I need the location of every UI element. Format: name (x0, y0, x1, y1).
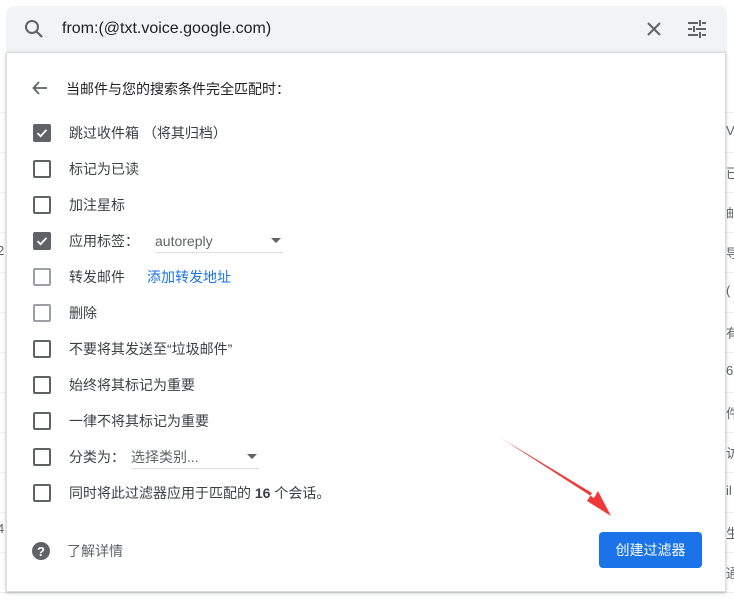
background-text-fragment: 件 (726, 406, 734, 421)
panel-header: 当邮件与您的搜索条件完全匹配时： (66, 81, 290, 97)
search-input[interactable]: from:(@txt.voice.google.com) (62, 20, 271, 38)
background-text-fragment: 已 (726, 166, 734, 181)
background-text-fragment: il (726, 483, 732, 498)
filter-option: 始终将其标记为重要 (33, 375, 195, 395)
background-text-fragment: 通 (726, 566, 734, 581)
option-label: 始终将其标记为重要 (69, 377, 195, 393)
add-forwarding-address-link[interactable]: 添加转发地址 (147, 267, 231, 287)
background-text-fragment: 邮 (726, 206, 734, 221)
filter-option: 跳过收件箱 （将其归档） (33, 123, 227, 143)
background-text-fragment: 6 (726, 363, 734, 378)
background-text-fragment: 有 (726, 326, 734, 341)
checkbox[interactable] (33, 268, 51, 286)
option-label: 删除 (69, 305, 97, 321)
filter-option: 应用标签： autoreply (33, 230, 283, 253)
option-label: 一律不将其标记为重要 (69, 413, 209, 429)
option-select[interactable]: 选择类别... (131, 446, 259, 469)
option-select[interactable]: autoreply (155, 230, 283, 253)
tune-icon[interactable] (685, 17, 709, 41)
filter-option: 删除 (33, 303, 97, 323)
option-label: 转发邮件 (69, 269, 125, 285)
close-icon[interactable] (642, 17, 666, 41)
check-icon (36, 237, 48, 246)
option-label: 不要将其发送至“垃圾邮件” (69, 341, 233, 357)
filter-option: 一律不将其标记为重要 (33, 411, 209, 431)
back-arrow-icon[interactable] (31, 79, 49, 97)
checkbox[interactable] (33, 340, 51, 358)
checkbox[interactable] (33, 196, 51, 214)
select-value: 选择类别... (131, 448, 199, 465)
filter-option: 转发邮件 添加转发地址 (33, 267, 231, 287)
background-text-fragment: 访 (726, 446, 734, 461)
create-filter-button[interactable]: 创建过滤器 (599, 532, 702, 568)
background-text-fragment: 导 (726, 246, 734, 261)
checkbox[interactable] (33, 160, 51, 178)
dropdown-arrow-icon (247, 454, 257, 459)
option-label: 加注星标 (69, 197, 125, 213)
filter-panel: 当邮件与您的搜索条件完全匹配时： 跳过收件箱 （将其归档） 标记为已读加注星标应用… (6, 52, 726, 592)
filter-option: 分类为： 选择类别... (33, 446, 259, 469)
filter-option: 同时将此过滤器应用于匹配的 16 个会话。 (33, 483, 330, 503)
search-bar: from:(@txt.voice.google.com) (6, 6, 727, 52)
search-icon[interactable] (22, 17, 46, 41)
checkbox[interactable] (33, 304, 51, 322)
option-label: 标记为已读 (69, 161, 139, 177)
check-icon (36, 129, 48, 138)
option-label: 分类为： (69, 449, 125, 465)
filter-option: 标记为已读 (33, 159, 139, 179)
filter-option: 加注星标 (33, 195, 125, 215)
checkbox[interactable] (33, 412, 51, 430)
background-text-fragment: 生 (726, 526, 734, 541)
select-value: autoreply (155, 232, 213, 249)
checkbox[interactable] (33, 484, 51, 502)
background-text-fragment: ( (726, 283, 731, 298)
help-icon: ? (32, 542, 50, 560)
background-text-fragment: 2 (0, 243, 5, 258)
option-label: 同时将此过滤器应用于匹配的 16 个会话。 (69, 485, 331, 501)
checkbox[interactable] (33, 448, 51, 466)
filter-option: 不要将其发送至“垃圾邮件” (33, 339, 232, 359)
background-text-fragment: Vi (726, 123, 734, 138)
learn-more-link[interactable]: ? 了解详情 (32, 541, 123, 561)
divider (0, 592, 734, 593)
option-label: 跳过收件箱 （将其归档） (69, 125, 227, 141)
dropdown-arrow-icon (271, 238, 281, 243)
background-text-fragment: 4 (0, 521, 5, 536)
option-label: 应用标签： (69, 233, 139, 249)
checkbox[interactable] (33, 124, 51, 142)
checkbox[interactable] (33, 376, 51, 394)
checkbox[interactable] (33, 232, 51, 250)
